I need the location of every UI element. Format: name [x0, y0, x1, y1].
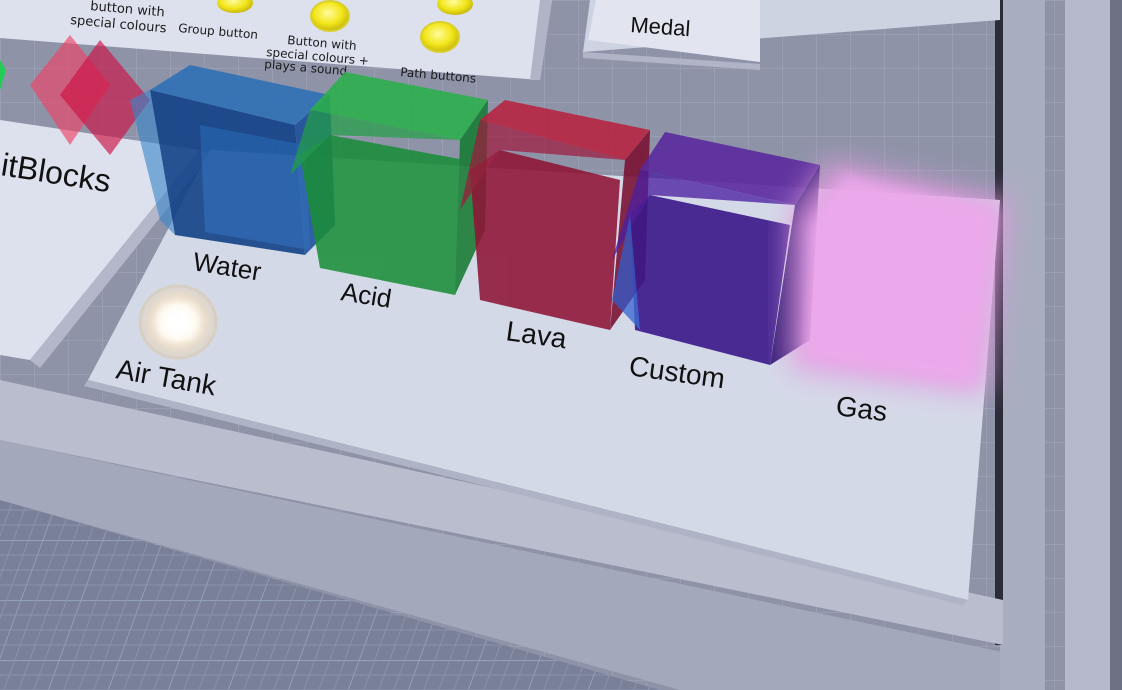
air-tank[interactable] [138, 284, 218, 360]
right-wall-2 [1065, 0, 1110, 690]
wall-shadow [995, 0, 1003, 645]
custom-block [612, 132, 820, 365]
gas-block [790, 160, 1010, 395]
yellow-button-2[interactable] [310, 0, 350, 32]
gas-label: Gas [834, 390, 889, 427]
medal-label: Medal [630, 12, 692, 41]
right-wall-edge [1110, 0, 1122, 690]
yellow-button-4[interactable] [420, 21, 460, 53]
right-wall-1 [1000, 0, 1045, 690]
acid-block [290, 72, 488, 295]
scene-svg: button with special colours Group button… [0, 0, 1122, 690]
game-viewport: button with special colours Group button… [0, 0, 1122, 690]
